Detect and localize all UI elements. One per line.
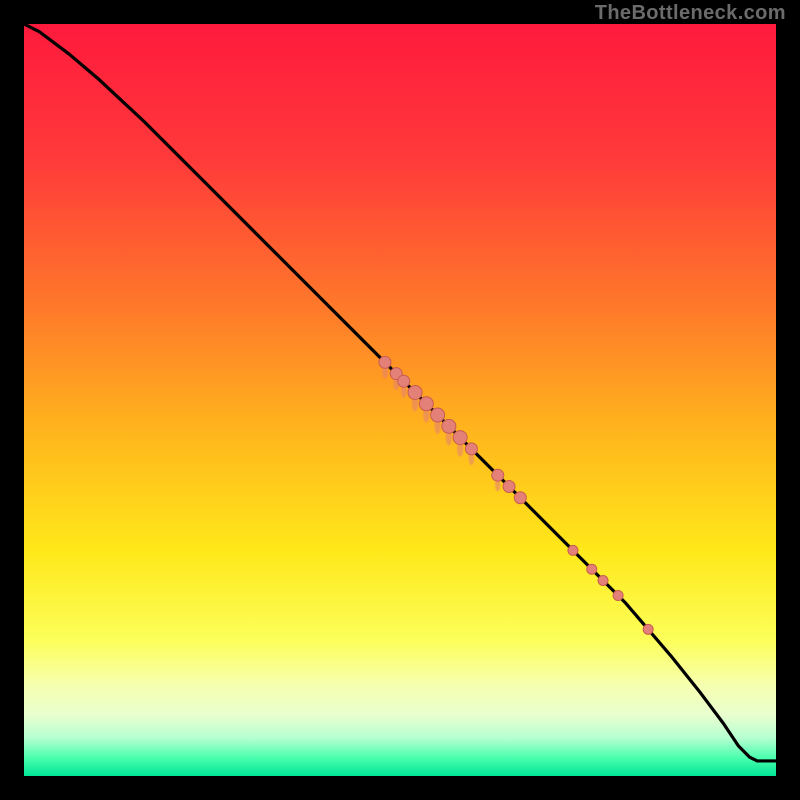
data-dot — [587, 564, 597, 574]
data-dot — [568, 545, 578, 555]
plot-area — [24, 24, 776, 776]
data-dot — [613, 591, 623, 601]
data-dot — [419, 397, 433, 411]
data-dot — [598, 575, 608, 585]
data-dot — [398, 375, 410, 387]
data-dot — [492, 469, 504, 481]
data-dot — [408, 385, 422, 399]
gradient-background — [24, 24, 776, 776]
data-dot — [503, 480, 515, 492]
attribution-text: TheBottleneck.com — [595, 2, 786, 25]
data-dot — [379, 356, 391, 368]
data-dot — [431, 408, 445, 422]
data-dot — [453, 431, 467, 445]
data-dot — [442, 419, 456, 433]
chart-stage: TheBottleneck.com — [0, 0, 800, 800]
data-dot — [643, 624, 653, 634]
data-dot — [465, 443, 477, 455]
bottleneck-chart — [24, 24, 776, 776]
data-dot — [514, 492, 526, 504]
